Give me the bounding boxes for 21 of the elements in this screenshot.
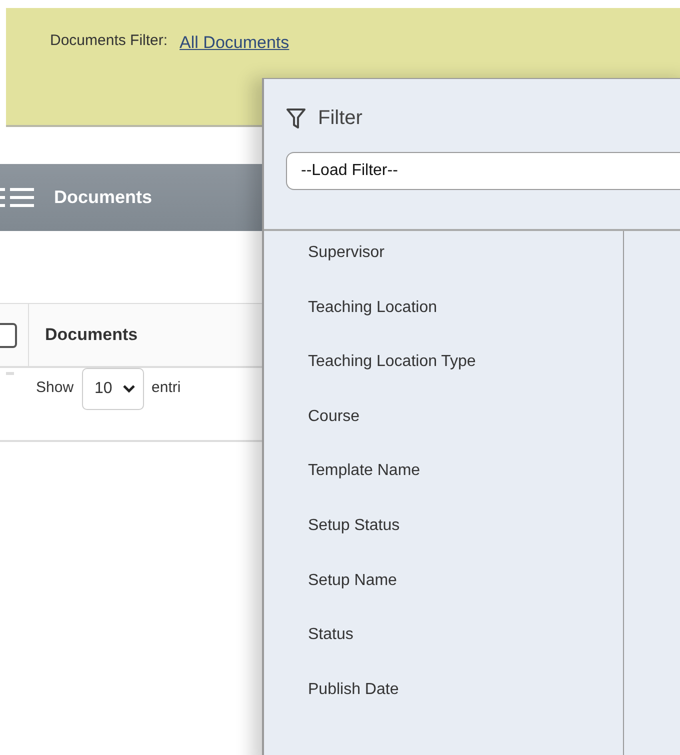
entries-label: entri — [152, 379, 181, 396]
filter-label: Documents Filter: — [50, 32, 168, 49]
chevron-down-icon — [122, 385, 135, 393]
filter-field-item[interactable]: Teaching Location — [308, 298, 437, 354]
load-filter-select[interactable]: --Load Filter-- — [286, 152, 680, 190]
filter-field-item[interactable]: Setup Status — [308, 516, 400, 572]
page-length-select[interactable]: 10 — [82, 368, 144, 410]
list-icon — [0, 186, 36, 210]
column-header[interactable]: Documents — [28, 304, 138, 366]
filter-field-item[interactable]: Teaching Location Type — [308, 353, 476, 408]
filter-field-item[interactable]: Publish Date — [308, 680, 399, 736]
filter-field-item[interactable]: Template Name — [308, 462, 420, 517]
show-label: Show — [36, 379, 74, 396]
documents-title: Documents — [54, 187, 152, 208]
filter-icon — [286, 108, 306, 130]
filter-link[interactable]: All Documents — [180, 33, 290, 53]
filter-title: Filter — [318, 107, 362, 130]
filter-field-item[interactable]: Supervisor — [308, 244, 384, 299]
filter-field-item[interactable]: Setup Name — [308, 572, 397, 626]
filter-field-item[interactable]: Course — [308, 408, 360, 462]
filter-field-item[interactable]: Status — [308, 626, 354, 681]
